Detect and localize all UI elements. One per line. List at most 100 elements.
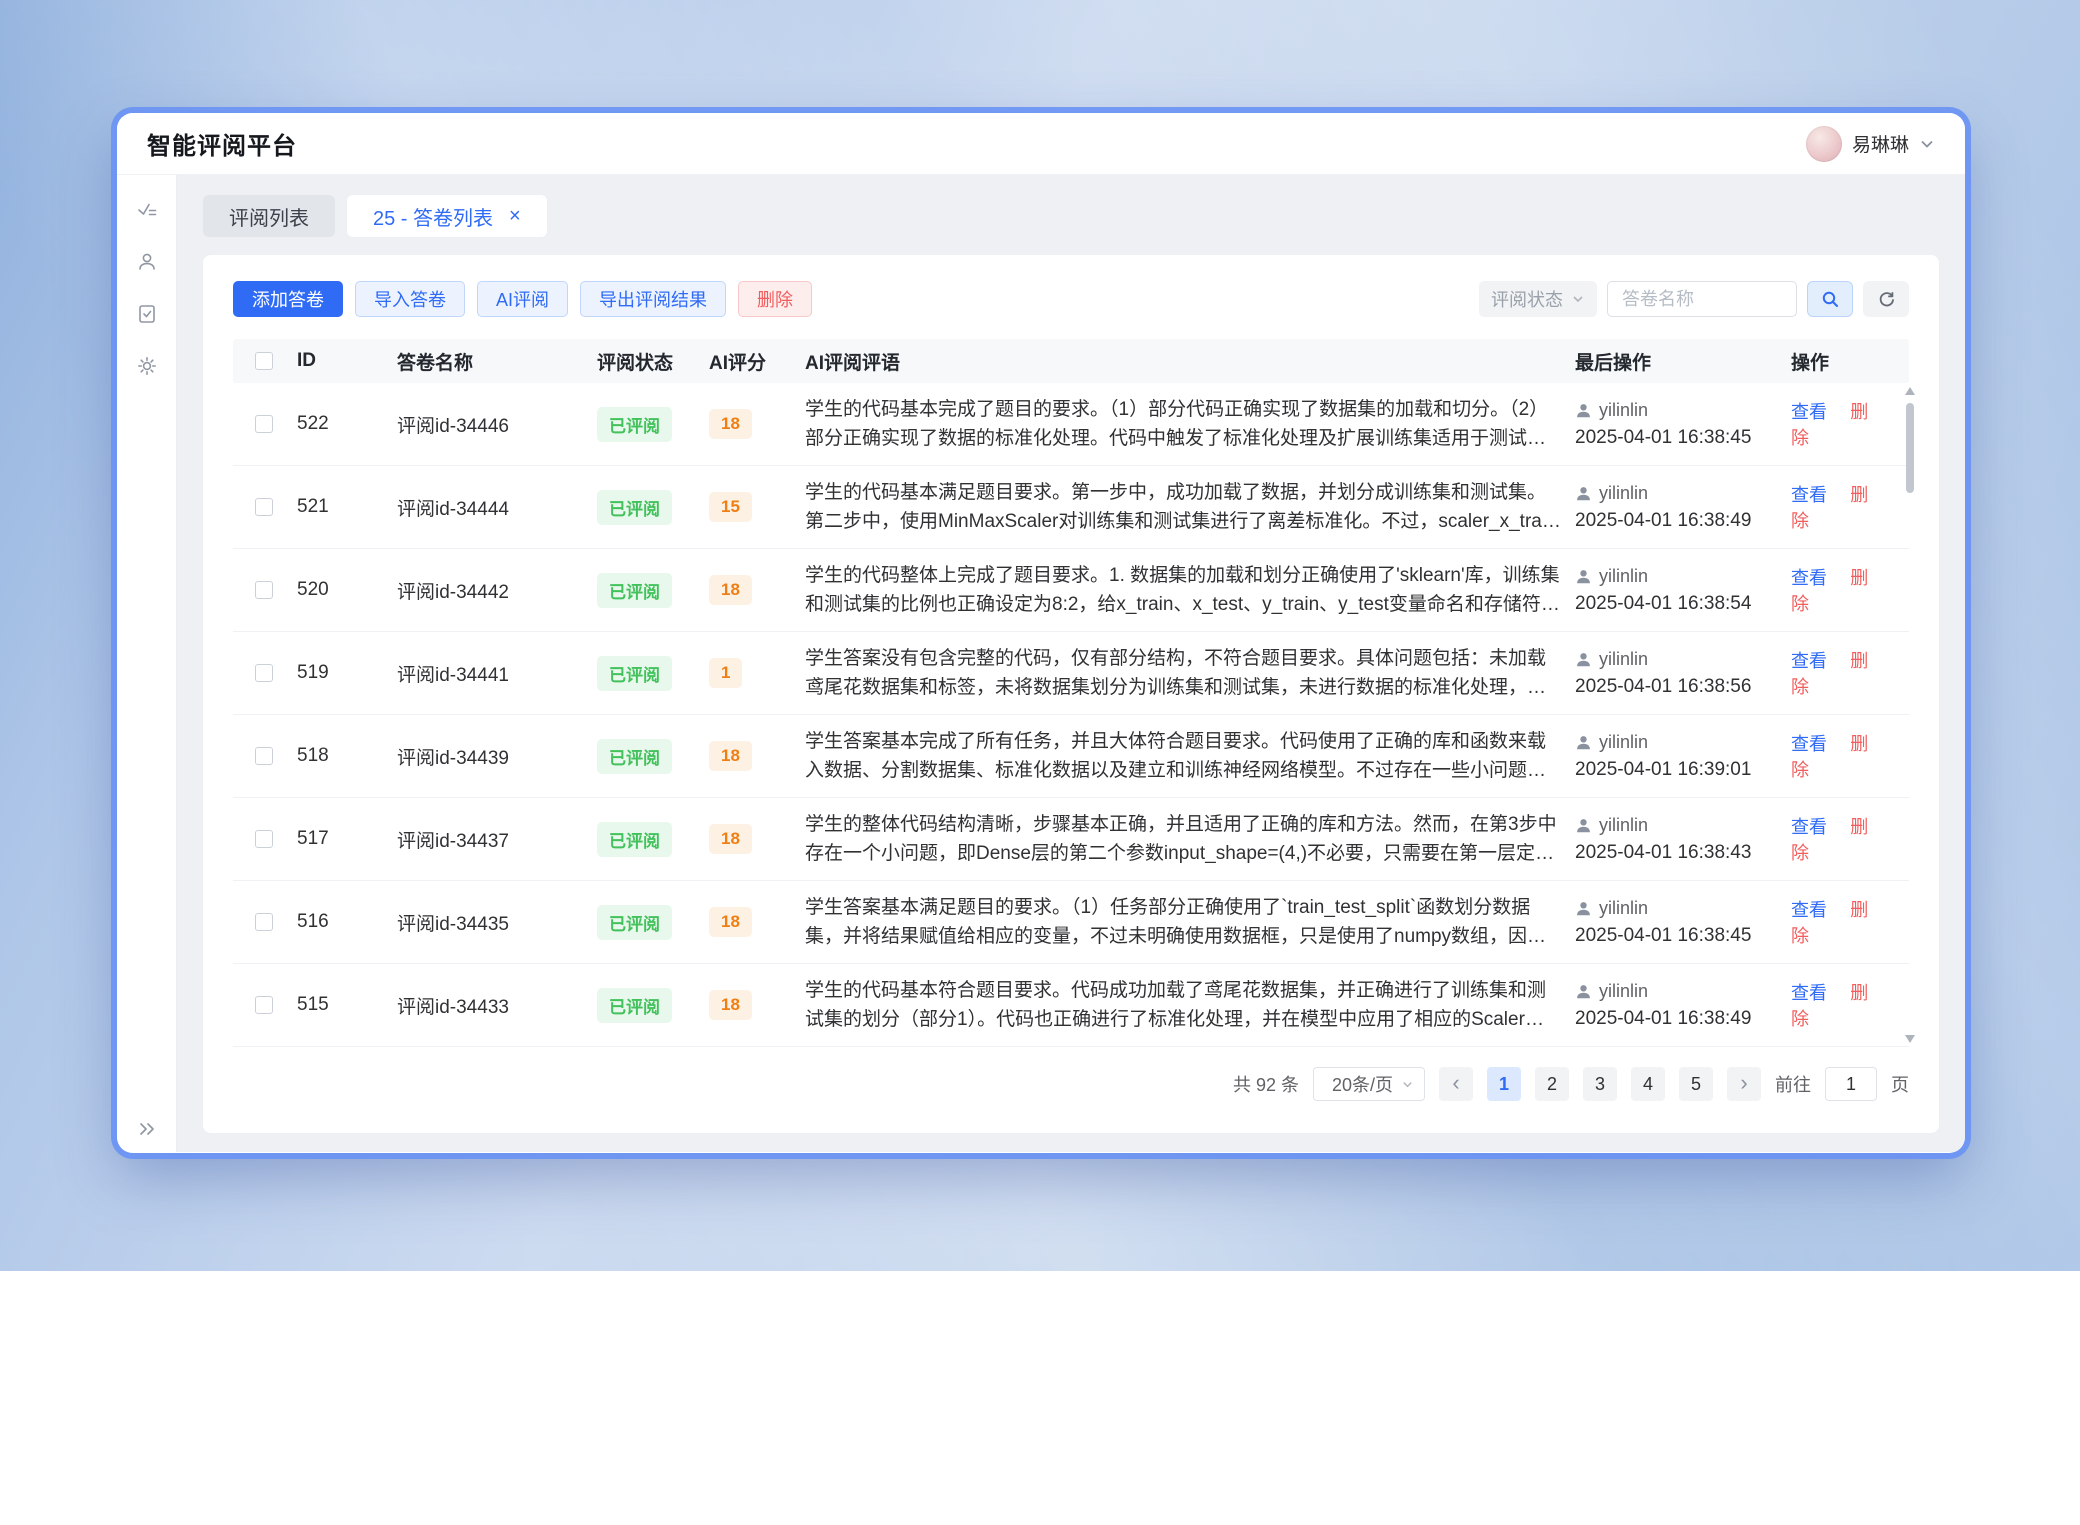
ai-comment: 学生的代码基本符合题目要求。代码成功加载了鸢尾花数据集，并正确进行了训练集和测试…: [805, 976, 1561, 1034]
refresh-button[interactable]: [1863, 281, 1909, 317]
page-button-2[interactable]: 2: [1535, 1067, 1569, 1101]
select-all-checkbox[interactable]: [255, 352, 273, 370]
row-checkbox[interactable]: [255, 664, 273, 682]
view-link[interactable]: 查看: [1791, 568, 1827, 588]
row-checkbox[interactable]: [255, 415, 273, 433]
user-menu[interactable]: 易琳琳: [1806, 126, 1935, 162]
tab-answer-sheet-list[interactable]: 25 - 答卷列表 ×: [347, 195, 547, 237]
row-id: 518: [297, 745, 397, 767]
status-badge: 已评阅: [597, 739, 672, 774]
tab-review-list[interactable]: 评阅列表: [203, 195, 335, 237]
row-id: 520: [297, 579, 397, 601]
page-button-1[interactable]: 1: [1487, 1067, 1521, 1101]
operate-time: 2025-04-01 16:38:45: [1575, 925, 1777, 947]
col-header-score: AI评分: [709, 348, 805, 375]
status-badge: 已评阅: [597, 573, 672, 608]
view-link[interactable]: 查看: [1791, 485, 1827, 505]
table-body: 522 评阅id-34446 已评阅 18 学生的代码基本完成了题目的要求。（1…: [233, 383, 1909, 1047]
page-button-3[interactable]: 3: [1583, 1067, 1617, 1101]
operate-time: 2025-04-01 16:38:54: [1575, 593, 1777, 615]
prev-page-button[interactable]: ‹: [1439, 1067, 1473, 1101]
person-icon: [1575, 983, 1592, 1000]
view-link[interactable]: 查看: [1791, 651, 1827, 671]
ai-review-button[interactable]: AI评阅: [477, 281, 568, 317]
tab-bar: 评阅列表 25 - 答卷列表 ×: [203, 195, 1939, 237]
search-button[interactable]: [1807, 281, 1853, 317]
row-checkbox[interactable]: [255, 581, 273, 599]
operator-name: yilinlin: [1599, 400, 1648, 421]
row-checkbox[interactable]: [255, 913, 273, 931]
status-badge: 已评阅: [597, 490, 672, 525]
goto-page-input[interactable]: [1825, 1067, 1877, 1101]
page-size-select[interactable]: 20条/页: [1313, 1067, 1425, 1101]
score-badge: 18: [709, 575, 752, 605]
user-icon[interactable]: [136, 251, 158, 273]
view-link[interactable]: 查看: [1791, 734, 1827, 754]
page-button-5[interactable]: 5: [1679, 1067, 1713, 1101]
score-badge: 18: [709, 907, 752, 937]
view-link[interactable]: 查看: [1791, 983, 1827, 1003]
view-link[interactable]: 查看: [1791, 817, 1827, 837]
view-link[interactable]: 查看: [1791, 402, 1827, 422]
table-scrollbar: [1905, 387, 1915, 1043]
table-row: 517 评阅id-34437 已评阅 18 学生的整体代码结构清晰，步骤基本正确…: [233, 798, 1909, 881]
score-badge: 15: [709, 492, 752, 522]
table-row: 515 评阅id-34433 已评阅 18 学生的代码基本符合题目要求。代码成功…: [233, 964, 1909, 1047]
page-button-4[interactable]: 4: [1631, 1067, 1665, 1101]
scroll-down-arrow-icon[interactable]: [1905, 1035, 1915, 1043]
row-id: 515: [297, 994, 397, 1016]
score-badge: 18: [709, 990, 752, 1020]
person-icon: [1575, 817, 1592, 834]
export-results-button[interactable]: 导出评阅结果: [580, 281, 726, 317]
total-count: 共 92 条: [1233, 1071, 1299, 1097]
row-name: 评阅id-34433: [397, 992, 597, 1019]
filter-bar: 评阅状态: [1479, 281, 1909, 317]
tab-close-icon[interactable]: ×: [509, 206, 521, 226]
avatar[interactable]: [1806, 126, 1842, 162]
main-content: 评阅列表 25 - 答卷列表 × 添加答卷 导入答卷 AI评阅 导出评阅结果 删…: [177, 175, 1965, 1152]
table-row: 519 评阅id-34441 已评阅 1 学生答案没有包含完整的代码，仅有部分结…: [233, 632, 1909, 715]
operator-name: yilinlin: [1599, 815, 1648, 836]
scrollbar-thumb[interactable]: [1906, 403, 1914, 493]
score-badge: 18: [709, 409, 752, 439]
review-status-select[interactable]: 评阅状态: [1479, 281, 1597, 317]
import-answer-button[interactable]: 导入答卷: [355, 281, 465, 317]
chevron-down-icon: [1401, 1078, 1414, 1091]
table-row: 520 评阅id-34442 已评阅 18 学生的代码整体上完成了题目要求。1.…: [233, 549, 1909, 632]
view-link[interactable]: 查看: [1791, 900, 1827, 920]
operator-name: yilinlin: [1599, 566, 1648, 587]
row-name: 评阅id-34441: [397, 660, 597, 687]
score-badge: 18: [709, 824, 752, 854]
ai-comment: 学生答案基本完成了所有任务，并且大体符合题目要求。代码使用了正确的库和函数来载入…: [805, 727, 1561, 785]
person-icon: [1575, 900, 1592, 917]
app-title: 智能评阅平台: [147, 126, 297, 161]
operate-time: 2025-04-01 16:38:43: [1575, 842, 1777, 864]
add-answer-button[interactable]: 添加答卷: [233, 281, 343, 317]
row-checkbox[interactable]: [255, 830, 273, 848]
operate-time: 2025-04-01 16:38:49: [1575, 510, 1777, 532]
review-checklist-icon[interactable]: [136, 199, 158, 221]
col-header-status: 评阅状态: [597, 348, 709, 375]
table-header-row: ID 答卷名称 评阅状态 AI评分 AI评阅评语 最后操作 操作: [233, 339, 1909, 383]
goto-suffix: 页: [1891, 1071, 1909, 1097]
ai-comment: 学生的代码基本满足题目要求。第一步中，成功加载了数据，并划分成训练集和测试集。第…: [805, 478, 1561, 536]
next-page-button[interactable]: ›: [1727, 1067, 1761, 1101]
answer-name-input[interactable]: [1607, 281, 1797, 317]
delete-button[interactable]: 删除: [738, 281, 812, 317]
operate-time: 2025-04-01 16:38:49: [1575, 1008, 1777, 1030]
status-badge: 已评阅: [597, 407, 672, 442]
scroll-up-arrow-icon[interactable]: [1905, 387, 1915, 395]
row-checkbox[interactable]: [255, 747, 273, 765]
row-checkbox[interactable]: [255, 996, 273, 1014]
settings-gear-icon[interactable]: [136, 355, 158, 377]
row-name: 评阅id-34444: [397, 494, 597, 521]
col-header-name: 答卷名称: [397, 348, 597, 375]
sidebar-collapse-icon[interactable]: [136, 1118, 158, 1140]
row-checkbox[interactable]: [255, 498, 273, 516]
operate-time: 2025-04-01 16:38:56: [1575, 676, 1777, 698]
user-name: 易琳琳: [1852, 130, 1909, 157]
ai-comment: 学生的代码基本完成了题目的要求。（1）部分代码正确实现了数据集的加载和切分。（2…: [805, 395, 1561, 453]
status-badge: 已评阅: [597, 988, 672, 1023]
ai-comment: 学生的整体代码结构清晰，步骤基本正确，并且适用了正确的库和方法。然而，在第3步中…: [805, 810, 1561, 868]
document-check-icon[interactable]: [136, 303, 158, 325]
